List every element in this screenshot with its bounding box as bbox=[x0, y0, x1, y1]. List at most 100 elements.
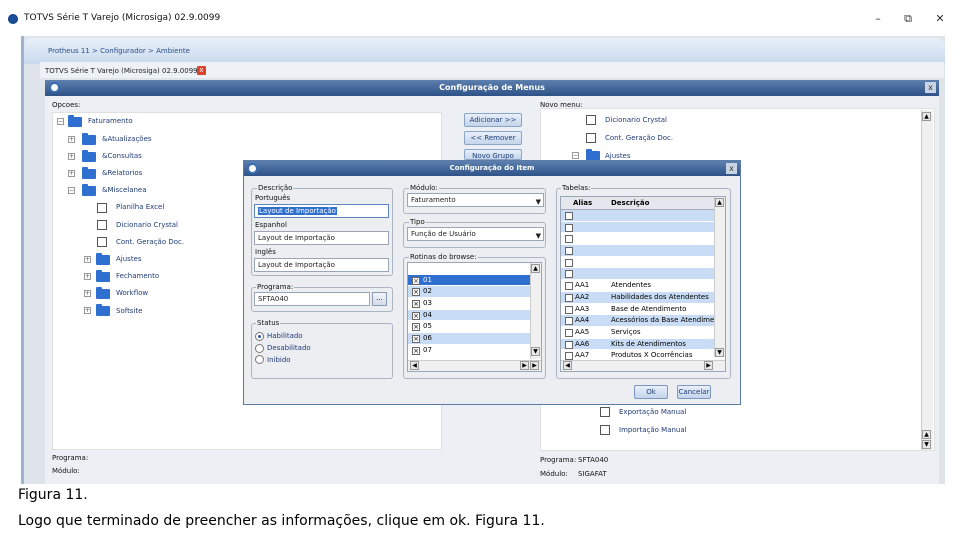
checkbox-icon[interactable] bbox=[565, 258, 573, 267]
close-window-button[interactable]: ✕ bbox=[926, 10, 954, 28]
scroll-down-icon[interactable]: ▼ bbox=[922, 440, 931, 449]
checkbox-icon[interactable] bbox=[565, 270, 573, 279]
portugues-input[interactable]: Layout de Importação bbox=[254, 204, 389, 218]
checkbox-icon[interactable] bbox=[565, 293, 573, 302]
checkbox-icon[interactable] bbox=[565, 282, 573, 291]
table-row[interactable]: AA3 Base de Atendimento bbox=[561, 304, 725, 316]
expand-icon[interactable]: + bbox=[84, 307, 91, 314]
tree-item-workflow[interactable]: Workflow bbox=[116, 289, 148, 297]
rotina-row[interactable]: × 04 bbox=[408, 309, 541, 322]
maximize-button[interactable]: ⧉ bbox=[894, 10, 922, 28]
remove-button[interactable]: << Remover bbox=[464, 131, 522, 145]
expand-icon[interactable]: + bbox=[84, 290, 91, 297]
tab-main[interactable]: TOTVS Série T Varejo (Microsiga) 02.9.00… bbox=[45, 67, 198, 75]
new-menu-item-dicionario-crystal[interactable]: Dicionario Crystal bbox=[605, 116, 667, 124]
item-dialog-close-button[interactable]: x bbox=[726, 163, 737, 174]
table-row[interactable] bbox=[561, 268, 725, 281]
checkbox-icon[interactable] bbox=[565, 328, 573, 337]
rotina-row[interactable]: × 03 bbox=[408, 298, 541, 310]
tree-item-faturamento[interactable]: Faturamento bbox=[88, 117, 133, 125]
radio-desabilitado[interactable] bbox=[255, 344, 264, 353]
tab-close-button[interactable]: x bbox=[197, 66, 206, 75]
new-menu-item-ajustes[interactable]: Ajustes bbox=[605, 152, 631, 160]
table-row[interactable]: AA1 Atendentes bbox=[561, 280, 725, 292]
radio-inibido[interactable] bbox=[255, 355, 264, 364]
scroll-right-icon[interactable]: ▶ bbox=[530, 361, 539, 370]
radio-habilitado[interactable] bbox=[255, 332, 264, 341]
tree-item-fechamento[interactable]: Fechamento bbox=[116, 272, 159, 280]
add-button[interactable]: Adicionar >> bbox=[464, 113, 522, 127]
espanhol-input[interactable]: Layout de Importação bbox=[254, 231, 389, 245]
expand-icon[interactable]: + bbox=[68, 136, 75, 143]
tree-item-planilha-excel[interactable]: Planilha Excel bbox=[116, 203, 164, 211]
checkbox-icon[interactable] bbox=[565, 235, 573, 244]
column-descricao[interactable]: Descrição bbox=[611, 199, 649, 207]
rotina-row[interactable]: × 05 bbox=[408, 321, 541, 334]
breadcrumb[interactable]: Protheus 11 > Configurador > Ambiente bbox=[48, 47, 190, 55]
scroll-right-icon[interactable]: ▶ bbox=[704, 361, 713, 370]
scroll-right-icon[interactable]: ▶ bbox=[520, 361, 529, 370]
new-menu-item-importacao-manual[interactable]: Importação Manual bbox=[619, 426, 687, 434]
tree-item-consultas[interactable]: &Consultas bbox=[102, 152, 142, 160]
table-row[interactable]: AA4 Acessórios da Base Atendimer bbox=[561, 315, 725, 327]
rotina-row[interactable]: × 02 bbox=[408, 286, 541, 299]
table-row[interactable] bbox=[561, 245, 725, 257]
table-row[interactable] bbox=[561, 210, 725, 222]
expand-icon[interactable]: + bbox=[84, 273, 91, 280]
tree-item-relatorios[interactable]: &Relatorios bbox=[102, 169, 142, 177]
table-row[interactable] bbox=[561, 221, 725, 234]
collapse-icon[interactable]: − bbox=[68, 187, 75, 194]
table-row[interactable]: AA5 Serviços bbox=[561, 327, 725, 339]
ok-button[interactable]: Ok bbox=[634, 385, 668, 399]
scroll-down-icon[interactable]: ▼ bbox=[715, 348, 724, 357]
rotina-row[interactable]: × 01 bbox=[408, 274, 541, 287]
tree-item-softsite[interactable]: Softsite bbox=[116, 307, 142, 315]
programa-input[interactable]: SFTA040 bbox=[254, 292, 370, 306]
scroll-up-icon[interactable]: ▲ bbox=[531, 264, 540, 273]
programa-browse-button[interactable]: ... bbox=[372, 292, 387, 306]
rotinas-list[interactable]: × 01 × 02 × 03 × 04 × 05 × 06 × 07 bbox=[407, 262, 542, 372]
new-menu-item-exportacao-manual[interactable]: Exportação Manual bbox=[619, 408, 686, 416]
expand-icon[interactable]: + bbox=[68, 170, 75, 177]
table-row[interactable]: AA2 Habilidades dos Atendentes bbox=[561, 291, 725, 304]
checkbox-icon[interactable] bbox=[565, 317, 573, 326]
table-row[interactable]: AA6 Kits de Atendimentos bbox=[561, 338, 725, 351]
tabelas-table[interactable]: Alias Descrição AA1 Atendentes AA2 Habilida… bbox=[560, 196, 726, 372]
expand-icon[interactable]: + bbox=[84, 256, 91, 263]
new-group-button[interactable]: Novo Grupo bbox=[464, 149, 522, 160]
new-menu-item-cont-geracao-doc[interactable]: Cont. Geração Doc. bbox=[605, 134, 673, 142]
minimize-button[interactable]: – bbox=[864, 10, 892, 28]
checkbox-icon[interactable] bbox=[565, 247, 573, 256]
tree-item-ajustes[interactable]: Ajustes bbox=[116, 255, 142, 263]
checkbox-icon[interactable] bbox=[565, 340, 573, 349]
scroll-down-icon[interactable]: ▼ bbox=[531, 347, 540, 356]
tree-item-dicionario-crystal[interactable]: Dicionario Crystal bbox=[116, 221, 178, 229]
tree-item-miscelanea[interactable]: &Miscelanea bbox=[102, 186, 147, 194]
cancel-button[interactable]: Cancelar bbox=[677, 385, 711, 399]
rotinas-vscroll[interactable] bbox=[530, 263, 541, 359]
checkbox-icon[interactable] bbox=[565, 212, 573, 220]
tree-item-cont-geracao-doc[interactable]: Cont. Geração Doc. bbox=[116, 238, 184, 246]
collapse-icon[interactable]: − bbox=[572, 152, 579, 159]
tabelas-vscroll[interactable] bbox=[714, 197, 725, 357]
collapse-icon[interactable]: − bbox=[57, 118, 64, 125]
tabelas-hscroll[interactable] bbox=[561, 360, 725, 371]
tipo-select[interactable]: Função de Usuário ▼ bbox=[407, 227, 544, 241]
scroll-up-icon[interactable]: ▲ bbox=[922, 430, 931, 439]
table-row[interactable] bbox=[561, 257, 725, 269]
tree-item-atualizacoes[interactable]: &Atualizações bbox=[102, 135, 152, 143]
checkbox-icon[interactable] bbox=[565, 223, 573, 232]
menu-window-close-button[interactable]: x bbox=[925, 82, 936, 93]
checkbox-icon[interactable] bbox=[565, 305, 573, 314]
table-row[interactable] bbox=[561, 233, 725, 246]
scroll-left-icon[interactable]: ◀ bbox=[563, 361, 572, 370]
rotina-row[interactable]: × 06 bbox=[408, 333, 541, 345]
new-menu-scrollbar[interactable] bbox=[921, 110, 933, 450]
expand-icon[interactable]: + bbox=[68, 153, 75, 160]
rotina-row[interactable]: × 07 bbox=[408, 345, 541, 357]
scroll-up-icon[interactable]: ▲ bbox=[922, 112, 931, 121]
modulo-select[interactable]: Faturamento ▼ bbox=[407, 193, 544, 207]
scroll-left-icon[interactable]: ◀ bbox=[410, 361, 419, 370]
column-alias[interactable]: Alias bbox=[573, 199, 592, 207]
ingles-input[interactable]: Layout de Importação bbox=[254, 258, 389, 272]
